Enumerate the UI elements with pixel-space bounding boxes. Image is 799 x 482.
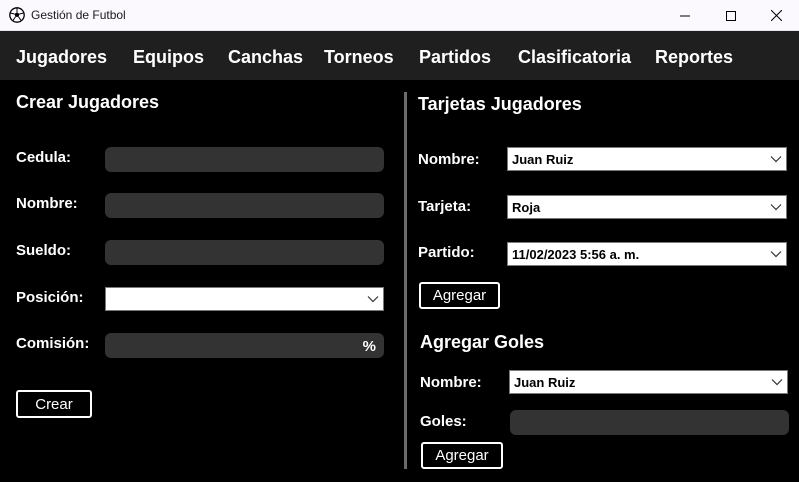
goles-input[interactable] <box>510 410 789 435</box>
goles-agregar-button[interactable]: Agregar <box>421 442 503 469</box>
minimize-icon <box>680 15 690 16</box>
close-icon <box>770 10 782 21</box>
tarjeta-agregar-button[interactable]: Agregar <box>419 282 500 309</box>
comision-input[interactable] <box>105 333 384 358</box>
tarjeta-nombre-select[interactable]: Juan Ruiz <box>507 147 787 171</box>
goles-label: Goles: <box>420 413 467 430</box>
maximize-button[interactable] <box>708 0 754 31</box>
chevron-down-icon <box>770 204 782 211</box>
chevron-down-icon <box>770 156 782 163</box>
chevron-down-icon <box>367 296 379 303</box>
posicion-label: Posición: <box>16 289 84 306</box>
nombre-input[interactable] <box>105 193 384 218</box>
title-bar: Gestión de Futbol <box>0 0 799 31</box>
goles-nombre-select-value: Juan Ruiz <box>514 374 576 390</box>
partido-select-value: 11/02/2023 5:56 a. m. <box>512 246 640 262</box>
menu-item-equipos[interactable]: Equipos <box>133 47 204 68</box>
menu-item-canchas[interactable]: Canchas <box>228 47 303 68</box>
menu-item-clasificatoria[interactable]: Clasificatoria <box>518 47 631 68</box>
tarjeta-select-value: Roja <box>512 199 541 215</box>
tarjeta-nombre-label: Nombre: <box>418 151 480 168</box>
agregar-goles-title: Agregar Goles <box>420 332 545 352</box>
goles-nombre-label: Nombre: <box>420 374 482 391</box>
menu-item-reportes[interactable]: Reportes <box>655 47 733 68</box>
window-title: Gestión de Futbol <box>31 8 126 22</box>
cedula-label: Cedula: <box>16 149 72 166</box>
menu-item-partidos[interactable]: Partidos <box>419 47 491 68</box>
minimize-button[interactable] <box>662 0 708 31</box>
soccer-ball-icon <box>9 7 25 23</box>
sueldo-label: Sueldo: <box>16 242 71 259</box>
close-button[interactable] <box>753 0 799 31</box>
goles-nombre-select[interactable]: Juan Ruiz <box>509 370 788 394</box>
posicion-select[interactable] <box>105 287 384 311</box>
maximize-icon <box>726 10 736 21</box>
tarjetas-jugadores-title: Tarjetas Jugadores <box>418 94 582 114</box>
nombre-label: Nombre: <box>16 195 78 212</box>
menu-item-jugadores[interactable]: Jugadores <box>16 47 107 68</box>
panel-divider <box>404 92 407 469</box>
crear-button[interactable]: Crear <box>16 390 92 418</box>
menu-bar: Jugadores Equipos Canchas Torneos Partid… <box>0 31 799 80</box>
comision-label: Comisión: <box>16 335 90 352</box>
comision-percent-suffix: % <box>362 338 376 355</box>
tarjeta-label: Tarjeta: <box>418 198 472 215</box>
comision-field: % <box>105 333 384 358</box>
chevron-down-icon <box>770 251 782 258</box>
tarjeta-select[interactable]: Roja <box>507 195 787 219</box>
menu-item-torneos[interactable]: Torneos <box>324 47 394 68</box>
crear-jugadores-title: Crear Jugadores <box>16 92 160 112</box>
partido-select[interactable]: 11/02/2023 5:56 a. m. <box>507 242 787 266</box>
sueldo-input[interactable] <box>105 240 384 265</box>
main-content: Crear Jugadores Cedula: Nombre: Sueldo: … <box>0 80 799 482</box>
chevron-down-icon <box>771 379 783 386</box>
partido-label: Partido: <box>418 244 475 261</box>
tarjeta-nombre-select-value: Juan Ruiz <box>512 151 574 167</box>
cedula-input[interactable] <box>105 147 384 172</box>
